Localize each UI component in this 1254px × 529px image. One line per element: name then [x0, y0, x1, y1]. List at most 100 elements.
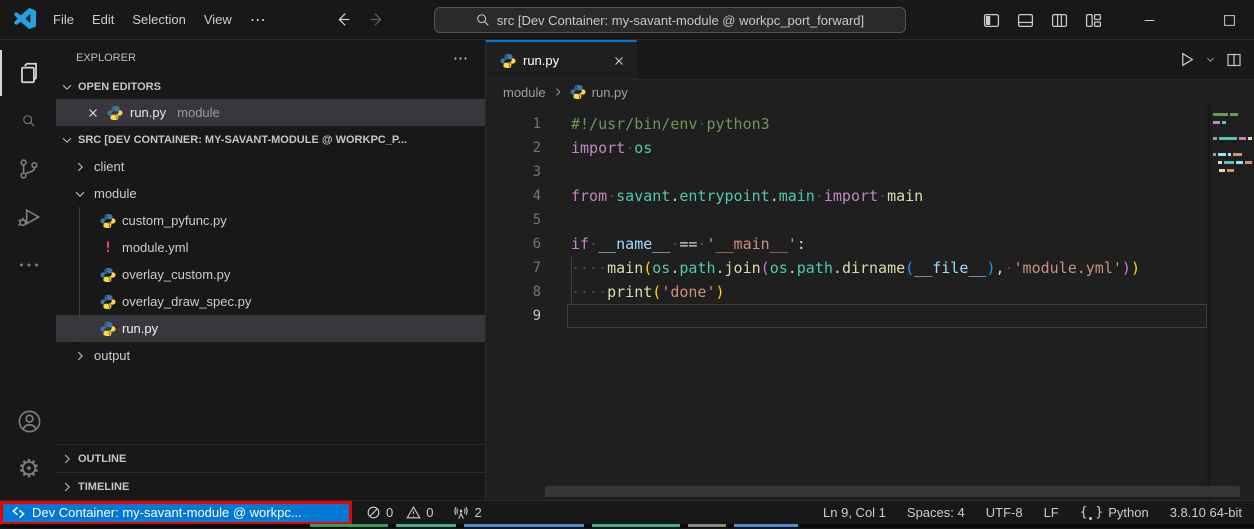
- timeline-section-header[interactable]: TIMELINE: [56, 472, 485, 500]
- activity-run-debug[interactable]: [0, 194, 56, 240]
- tree-item-module[interactable]: module: [56, 180, 485, 207]
- forward-arrow-icon[interactable]: [369, 11, 386, 28]
- back-arrow-icon[interactable]: [334, 11, 351, 28]
- vscode-logo-icon: [13, 8, 36, 31]
- line-number: 7: [486, 256, 541, 280]
- python-file-icon: [570, 84, 586, 100]
- vscode-window: FileEditSelectionView ⋯ src [Dev Contain…: [0, 0, 1254, 529]
- menu-view[interactable]: View: [195, 8, 241, 31]
- chevron-right-icon: [72, 160, 88, 174]
- split-editor-icon[interactable]: [1226, 52, 1242, 68]
- code-line-6[interactable]: 6if·__name__·==·'__main__':: [486, 232, 1254, 256]
- status-bar: Dev Container: my-savant-module @ workpc…: [0, 500, 1254, 524]
- run-dropdown-icon[interactable]: [1205, 54, 1216, 65]
- cursor-position[interactable]: Ln 9, Col 1: [823, 505, 886, 520]
- clipped-terminal-sliver: [0, 524, 1254, 528]
- code-line-8[interactable]: 8····print('done'): [486, 280, 1254, 304]
- line-number: 9: [486, 304, 541, 328]
- activity-bar: ⚙: [0, 40, 56, 500]
- remote-icon: [11, 505, 26, 520]
- close-editor-icon[interactable]: [86, 106, 100, 120]
- line-number: 3: [486, 160, 541, 184]
- python-interpreter-status[interactable]: 3.8.10 64-bit: [1170, 505, 1242, 520]
- tab-run-py[interactable]: run.py: [486, 40, 637, 79]
- outline-section-header[interactable]: OUTLINE: [56, 444, 485, 472]
- remote-indicator[interactable]: Dev Container: my-savant-module @ workpc…: [0, 501, 352, 525]
- tree-item-module.yml[interactable]: !module.yml: [56, 234, 485, 261]
- problems-indicator[interactable]: 0 0: [366, 505, 433, 520]
- toggle-sidebar-icon[interactable]: [983, 12, 1000, 29]
- command-center[interactable]: src [Dev Container: my-savant-module @ w…: [434, 7, 906, 33]
- code-line-2[interactable]: 2import·os: [486, 136, 1254, 160]
- ports-indicator[interactable]: 2: [453, 505, 481, 521]
- language-status[interactable]: { } Python: [1080, 505, 1149, 520]
- code-line-3[interactable]: 3: [486, 160, 1254, 184]
- indent-guide: [79, 207, 80, 342]
- more-icon: [16, 252, 42, 278]
- code-editor[interactable]: 1#!/usr/bin/env·python32import·os34from·…: [486, 104, 1254, 500]
- eol-status[interactable]: LF: [1044, 505, 1059, 520]
- toggle-secondary-sidebar-icon[interactable]: [1051, 12, 1068, 29]
- python-file-icon: [500, 53, 516, 69]
- activity-accounts[interactable]: [0, 398, 56, 444]
- maximize-button[interactable]: [1206, 0, 1252, 40]
- indentation-status[interactable]: Spaces: 4: [907, 505, 965, 520]
- code-line-9[interactable]: 9: [486, 304, 1254, 328]
- line-number: 2: [486, 136, 541, 160]
- command-center-label: src [Dev Container: my-savant-module @ w…: [497, 13, 864, 28]
- file-name: overlay_draw_spec.py: [122, 294, 251, 309]
- activity-settings[interactable]: ⚙: [0, 446, 56, 492]
- tree-item-run.py[interactable]: run.py: [56, 315, 485, 342]
- minimize-button[interactable]: [1126, 0, 1172, 40]
- customize-layout-icon[interactable]: [1085, 12, 1102, 29]
- yaml-file-icon: !: [100, 240, 116, 256]
- error-icon: [366, 505, 381, 520]
- radio-tower-icon: [453, 505, 469, 521]
- code-line-4[interactable]: 4from·savant.entrypoint.main·import·main: [486, 184, 1254, 208]
- menu-file[interactable]: File: [44, 8, 83, 31]
- activity-source-control[interactable]: [0, 146, 56, 192]
- account-icon: [16, 408, 43, 435]
- code-line-5[interactable]: 5: [486, 208, 1254, 232]
- activity-search[interactable]: [0, 98, 56, 144]
- activity-explorer[interactable]: [0, 50, 56, 96]
- tree-item-overlay_custom.py[interactable]: overlay_custom.py: [56, 261, 485, 288]
- open-editor-run-py[interactable]: run.py module: [56, 99, 485, 126]
- title-bar: FileEditSelectionView ⋯ src [Dev Contain…: [0, 0, 1254, 40]
- tab-close-icon[interactable]: [612, 54, 626, 68]
- run-python-file-icon[interactable]: [1178, 51, 1195, 68]
- file-name: output: [94, 348, 130, 363]
- encoding-status[interactable]: UTF-8: [986, 505, 1023, 520]
- code-line-7[interactable]: 7····main(os.path.join(os.path.dirname(_…: [486, 256, 1254, 280]
- breadcrumb-file[interactable]: run.py: [592, 85, 628, 100]
- tree-item-custom_pyfunc.py[interactable]: custom_pyfunc.py: [56, 207, 485, 234]
- files-icon: [16, 60, 42, 86]
- tab-bar: run.py: [486, 40, 1254, 80]
- search-icon: [22, 114, 36, 128]
- scm-icon: [16, 156, 42, 182]
- explorer-title: EXPLORER: [76, 52, 136, 64]
- tree-item-overlay_draw_spec.py[interactable]: overlay_draw_spec.py: [56, 288, 485, 315]
- open-editors-header[interactable]: OPEN EDITORS: [56, 75, 485, 99]
- file-name: run.py: [122, 321, 158, 336]
- file-name: client: [94, 159, 124, 174]
- horizontal-scrollbar[interactable]: [545, 486, 1240, 497]
- toggle-panel-icon[interactable]: [1017, 12, 1034, 29]
- minimap[interactable]: [1210, 112, 1254, 500]
- search-icon: [476, 13, 490, 27]
- gear-icon: ⚙: [18, 457, 40, 482]
- activity-more-views[interactable]: [0, 242, 56, 288]
- menu-edit[interactable]: Edit: [83, 8, 123, 31]
- chevron-down-icon: [72, 187, 88, 201]
- tree-item-client[interactable]: client: [56, 153, 485, 180]
- breadcrumb-module[interactable]: module: [503, 85, 546, 100]
- minimize-icon: [1143, 14, 1156, 27]
- menu-overflow-icon[interactable]: ⋯: [241, 6, 276, 34]
- workspace-section-header[interactable]: SRC [DEV CONTAINER: MY-SAVANT-MODULE @ W…: [56, 126, 485, 153]
- code-line-1[interactable]: 1#!/usr/bin/env·python3: [486, 112, 1254, 136]
- file-tree: clientmodulecustom_pyfunc.py!module.ymlo…: [56, 153, 485, 369]
- menu-selection[interactable]: Selection: [123, 8, 194, 31]
- tree-item-output[interactable]: output: [56, 342, 485, 369]
- line-number: 5: [486, 208, 541, 232]
- explorer-more-actions-icon[interactable]: ⋯: [453, 49, 469, 67]
